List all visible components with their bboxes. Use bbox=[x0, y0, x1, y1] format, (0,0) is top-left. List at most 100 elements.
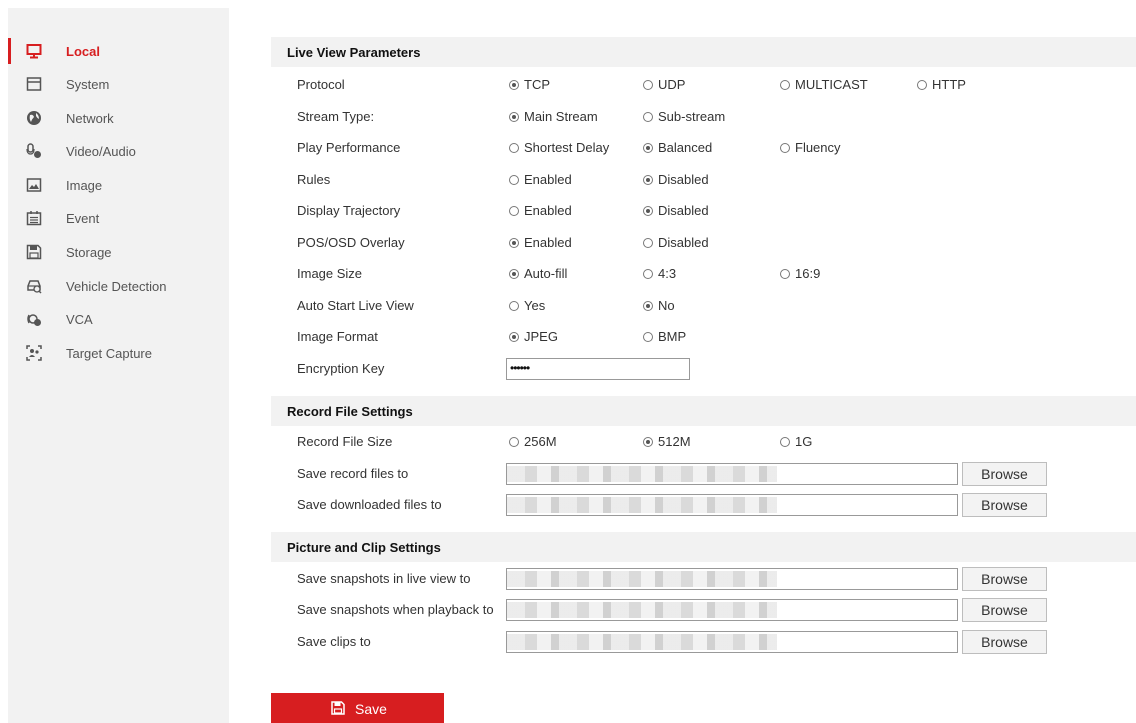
radio-indicator[interactable] bbox=[509, 301, 519, 311]
vehicle-icon bbox=[27, 280, 42, 294]
image-format-jpeg-radio[interactable]: JPEG bbox=[509, 329, 558, 344]
protocol-multicast-radio[interactable]: MULTICAST bbox=[780, 77, 868, 92]
radio-indicator[interactable] bbox=[509, 112, 519, 122]
radio-indicator[interactable] bbox=[643, 301, 653, 311]
sidebar-item-video-audio[interactable]: Video/Audio bbox=[8, 136, 229, 166]
image-size-auto-fill-radio[interactable]: Auto-fill bbox=[509, 266, 567, 281]
rules-label: Rules bbox=[297, 172, 331, 187]
option-label: JPEG bbox=[524, 329, 558, 344]
blurred-path bbox=[507, 466, 777, 482]
protocol-tcp-radio[interactable]: TCP bbox=[509, 77, 550, 92]
save-clips-path-field[interactable] bbox=[506, 631, 958, 653]
target-capture-icon bbox=[26, 345, 42, 361]
protocol-http-radio[interactable]: HTTP bbox=[917, 77, 966, 92]
record-size-512m-radio[interactable]: 512M bbox=[643, 434, 691, 449]
radio-indicator[interactable] bbox=[643, 238, 653, 248]
display-trajectory-label: Display Trajectory bbox=[297, 203, 401, 218]
sidebar-item-event[interactable]: Event bbox=[8, 203, 229, 233]
image-size-16-9-radio[interactable]: 16:9 bbox=[780, 266, 820, 281]
sidebar-item-label: Vehicle Detection bbox=[66, 279, 167, 294]
auto-start-yes-radio[interactable]: Yes bbox=[509, 298, 545, 313]
option-label: Enabled bbox=[524, 172, 572, 187]
radio-indicator[interactable] bbox=[509, 175, 519, 185]
sidebar-item-system[interactable]: System bbox=[8, 69, 229, 99]
option-label: Disabled bbox=[658, 235, 709, 250]
rules-disabled-radio[interactable]: Disabled bbox=[643, 172, 709, 187]
option-label: Fluency bbox=[795, 140, 841, 155]
section-live-view: Live View Parameters bbox=[271, 37, 1136, 67]
radio-indicator[interactable] bbox=[509, 269, 519, 279]
save-downloaded-files-path-field[interactable] bbox=[506, 494, 958, 516]
sidebar-item-vca[interactable]: VCA bbox=[8, 304, 229, 334]
image-format-bmp-radio[interactable]: BMP bbox=[643, 329, 686, 344]
radio-indicator[interactable] bbox=[643, 143, 653, 153]
save-button[interactable]: Save bbox=[271, 693, 444, 723]
encryption-key-field[interactable]: •••••• bbox=[506, 358, 690, 380]
radio-indicator[interactable] bbox=[643, 332, 653, 342]
option-label: Balanced bbox=[658, 140, 713, 155]
protocol-udp-radio[interactable]: UDP bbox=[643, 77, 685, 92]
globe-icon bbox=[27, 111, 41, 125]
radio-indicator[interactable] bbox=[643, 80, 653, 90]
record-size-1g-radio[interactable]: 1G bbox=[780, 434, 812, 449]
sidebar-item-network[interactable]: Network bbox=[8, 103, 229, 133]
radio-indicator[interactable] bbox=[509, 206, 519, 216]
option-label: 16:9 bbox=[795, 266, 821, 281]
auto-start-no-radio[interactable]: No bbox=[643, 298, 675, 313]
browse-record-button[interactable]: Browse bbox=[962, 462, 1047, 486]
sidebar-item-label: System bbox=[66, 77, 110, 92]
blurred-path bbox=[507, 571, 777, 587]
radio-indicator[interactable] bbox=[643, 269, 653, 279]
rules-enabled-radio[interactable]: Enabled bbox=[509, 172, 572, 187]
trajectory-disabled-radio[interactable]: Disabled bbox=[643, 203, 709, 218]
sidebar-item-storage[interactable]: Storage bbox=[8, 237, 229, 267]
radio-indicator[interactable] bbox=[780, 269, 790, 279]
radio-indicator[interactable] bbox=[643, 206, 653, 216]
radio-indicator[interactable] bbox=[643, 437, 653, 447]
pos-osd-overlay-label: POS/OSD Overlay bbox=[297, 235, 405, 250]
section-record-file: Record File Settings bbox=[271, 396, 1136, 426]
sidebar-item-vehicle-detection[interactable]: Vehicle Detection bbox=[8, 271, 229, 301]
sidebar-item-target-capture[interactable]: Target Capture bbox=[8, 338, 229, 368]
save-snapshots-playback-path-field[interactable] bbox=[506, 599, 958, 621]
sidebar-item-label: Image bbox=[66, 178, 103, 193]
radio-indicator[interactable] bbox=[509, 80, 519, 90]
blurred-path bbox=[507, 497, 777, 513]
browse-downloaded-button[interactable]: Browse bbox=[962, 493, 1047, 517]
vca-icon bbox=[27, 314, 41, 326]
storage-icon bbox=[26, 244, 42, 260]
overlay-disabled-radio[interactable]: Disabled bbox=[643, 235, 709, 250]
performance-fluency-radio[interactable]: Fluency bbox=[780, 140, 841, 155]
browse-snapshots-live-button[interactable]: Browse bbox=[962, 567, 1047, 591]
save-snapshots-playback-label: Save snapshots when playback to bbox=[297, 602, 494, 617]
image-size-4-3-radio[interactable]: 4:3 bbox=[643, 266, 676, 281]
overlay-enabled-radio[interactable]: Enabled bbox=[509, 235, 572, 250]
option-label: Disabled bbox=[658, 203, 709, 218]
radio-indicator[interactable] bbox=[643, 112, 653, 122]
browse-clips-button[interactable]: Browse bbox=[962, 630, 1047, 654]
radio-indicator[interactable] bbox=[643, 175, 653, 185]
play-performance-label: Play Performance bbox=[297, 140, 401, 155]
radio-indicator[interactable] bbox=[509, 143, 519, 153]
save-snapshots-live-path-field[interactable] bbox=[506, 568, 958, 590]
sidebar-item-local[interactable]: Local bbox=[8, 36, 229, 66]
sidebar: Local System Network Video/Audio Image E… bbox=[8, 8, 229, 723]
record-size-256m-radio[interactable]: 256M bbox=[509, 434, 557, 449]
sidebar-item-image[interactable]: Image bbox=[8, 170, 229, 200]
stream-main-radio[interactable]: Main Stream bbox=[509, 109, 598, 124]
browse-snapshots-playback-button[interactable]: Browse bbox=[962, 598, 1047, 622]
radio-indicator[interactable] bbox=[780, 80, 790, 90]
radio-indicator[interactable] bbox=[780, 437, 790, 447]
save-clips-label: Save clips to bbox=[297, 634, 371, 649]
save-record-files-path-field[interactable] bbox=[506, 463, 958, 485]
radio-indicator[interactable] bbox=[509, 238, 519, 248]
performance-shortest-delay-radio[interactable]: Shortest Delay bbox=[509, 140, 609, 155]
trajectory-enabled-radio[interactable]: Enabled bbox=[509, 203, 572, 218]
performance-balanced-radio[interactable]: Balanced bbox=[643, 140, 712, 155]
stream-sub-radio[interactable]: Sub-stream bbox=[643, 109, 725, 124]
auto-start-live-view-label: Auto Start Live View bbox=[297, 298, 414, 313]
radio-indicator[interactable] bbox=[509, 437, 519, 447]
radio-indicator[interactable] bbox=[780, 143, 790, 153]
radio-indicator[interactable] bbox=[509, 332, 519, 342]
radio-indicator[interactable] bbox=[917, 80, 927, 90]
